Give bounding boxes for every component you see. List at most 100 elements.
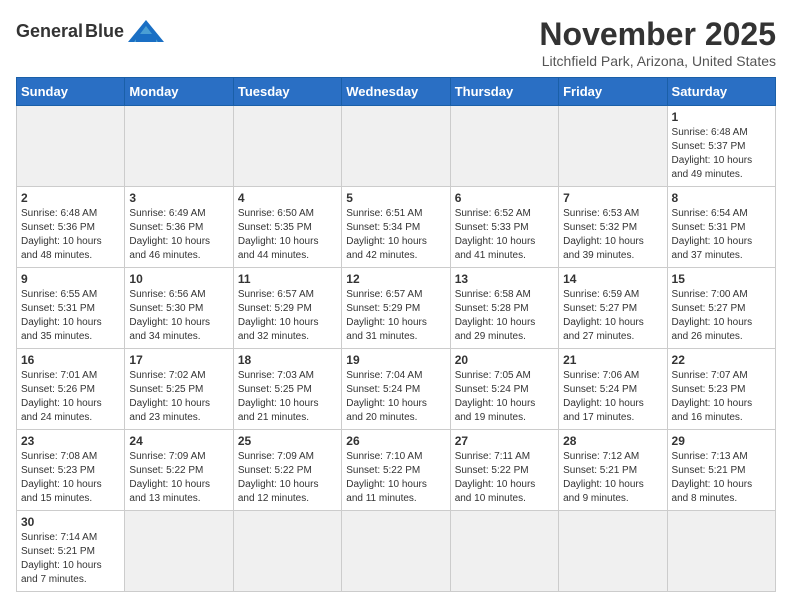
day-number: 20 [455,353,554,367]
day-number: 18 [238,353,337,367]
calendar-cell: 23 Sunrise: 7:08 AMSunset: 5:23 PMDayligh… [17,430,125,511]
day-number: 21 [563,353,662,367]
day-of-week-header: Wednesday [342,78,450,106]
calendar-cell [450,106,558,187]
day-of-week-header: Friday [559,78,667,106]
calendar-cell: 30 Sunrise: 7:14 AMSunset: 5:21 PMDayligh… [17,511,125,592]
day-info: Sunrise: 6:55 AMSunset: 5:31 PMDaylight:… [21,288,120,344]
day-number: 24 [129,434,228,448]
day-number: 4 [238,191,337,205]
day-number: 16 [21,353,120,367]
calendar-cell [233,106,341,187]
day-number: 1 [672,110,771,124]
day-number: 30 [21,515,120,529]
day-info: Sunrise: 6:51 AMSunset: 5:34 PMDaylight:… [346,207,445,263]
day-number: 10 [129,272,228,286]
calendar-cell: 14 Sunrise: 6:59 AMSunset: 5:27 PMDayligh… [559,268,667,349]
calendar-cell [559,106,667,187]
day-info: Sunrise: 6:48 AMSunset: 5:36 PMDaylight:… [21,207,120,263]
day-number: 13 [455,272,554,286]
day-number: 8 [672,191,771,205]
day-number: 27 [455,434,554,448]
day-number: 2 [21,191,120,205]
day-info: Sunrise: 7:00 AMSunset: 5:27 PMDaylight:… [672,288,771,344]
day-info: Sunrise: 6:49 AMSunset: 5:36 PMDaylight:… [129,207,228,263]
calendar-cell: 19Sunrise: 7:04 AMSunset: 5:24 PMDayligh… [342,349,450,430]
day-info: Sunrise: 6:56 AMSunset: 5:30 PMDaylight:… [129,288,228,344]
calendar-week-row: 2 Sunrise: 6:48 AMSunset: 5:36 PMDaylight… [17,187,776,268]
day-of-week-header: Tuesday [233,78,341,106]
calendar-week-row: 30 Sunrise: 7:14 AMSunset: 5:21 PMDayligh… [17,511,776,592]
calendar-cell: 17Sunrise: 7:02 AMSunset: 5:25 PMDayligh… [125,349,233,430]
calendar-cell: 16 Sunrise: 7:01 AMSunset: 5:26 PMDayligh… [17,349,125,430]
calendar-cell [559,511,667,592]
calendar-cell [125,106,233,187]
calendar-cell [667,511,775,592]
day-info: Sunrise: 7:11 AMSunset: 5:22 PMDaylight:… [455,450,554,506]
day-info: Sunrise: 7:13 AMSunset: 5:21 PMDaylight:… [672,450,771,506]
calendar-cell: 15Sunrise: 7:00 AMSunset: 5:27 PMDayligh… [667,268,775,349]
calendar-cell: 10 Sunrise: 6:56 AMSunset: 5:30 PMDayligh… [125,268,233,349]
day-number: 17 [129,353,228,367]
day-info: Sunrise: 6:53 AMSunset: 5:32 PMDaylight:… [563,207,662,263]
day-info: Sunrise: 7:14 AMSunset: 5:21 PMDaylight:… [21,531,120,587]
day-info: Sunrise: 7:01 AMSunset: 5:26 PMDaylight:… [21,369,120,425]
day-info: Sunrise: 7:12 AMSunset: 5:21 PMDaylight:… [563,450,662,506]
header: General Blue November 2025 Litchfield Pa… [16,16,776,69]
day-info: Sunrise: 7:05 AMSunset: 5:24 PMDaylight:… [455,369,554,425]
calendar-header-row: SundayMondayTuesdayWednesdayThursdayFrid… [17,78,776,106]
calendar-cell: 21Sunrise: 7:06 AMSunset: 5:24 PMDayligh… [559,349,667,430]
day-of-week-header: Monday [125,78,233,106]
day-info: Sunrise: 7:07 AMSunset: 5:23 PMDaylight:… [672,369,771,425]
logo-blue-text: Blue [85,22,124,40]
day-number: 25 [238,434,337,448]
day-info: Sunrise: 7:08 AMSunset: 5:23 PMDaylight:… [21,450,120,506]
day-number: 9 [21,272,120,286]
day-number: 28 [563,434,662,448]
calendar-cell: 22Sunrise: 7:07 AMSunset: 5:23 PMDayligh… [667,349,775,430]
calendar-cell: 28 Sunrise: 7:12 AMSunset: 5:21 PMDayligh… [559,430,667,511]
day-info: Sunrise: 6:52 AMSunset: 5:33 PMDaylight:… [455,207,554,263]
calendar-cell: 13 Sunrise: 6:58 AMSunset: 5:28 PMDayligh… [450,268,558,349]
day-number: 6 [455,191,554,205]
calendar-week-row: 16 Sunrise: 7:01 AMSunset: 5:26 PMDayligh… [17,349,776,430]
calendar-week-row: 9 Sunrise: 6:55 AMSunset: 5:31 PMDaylight… [17,268,776,349]
day-number: 14 [563,272,662,286]
calendar-cell: 1 Sunrise: 6:48 AMSunset: 5:37 PMDaylight… [667,106,775,187]
calendar-cell: 2 Sunrise: 6:48 AMSunset: 5:36 PMDaylight… [17,187,125,268]
day-info: Sunrise: 6:57 AMSunset: 5:29 PMDaylight:… [346,288,445,344]
calendar-cell [342,106,450,187]
day-of-week-header: Saturday [667,78,775,106]
calendar-cell: 20 Sunrise: 7:05 AMSunset: 5:24 PMDayligh… [450,349,558,430]
calendar-cell [342,511,450,592]
day-info: Sunrise: 6:57 AMSunset: 5:29 PMDaylight:… [238,288,337,344]
day-info: Sunrise: 6:59 AMSunset: 5:27 PMDaylight:… [563,288,662,344]
calendar-cell: 25Sunrise: 7:09 AMSunset: 5:22 PMDayligh… [233,430,341,511]
day-number: 3 [129,191,228,205]
calendar-week-row: 1 Sunrise: 6:48 AMSunset: 5:37 PMDaylight… [17,106,776,187]
day-number: 23 [21,434,120,448]
calendar-cell: 24Sunrise: 7:09 AMSunset: 5:22 PMDayligh… [125,430,233,511]
day-number: 5 [346,191,445,205]
day-number: 26 [346,434,445,448]
calendar-week-row: 23 Sunrise: 7:08 AMSunset: 5:23 PMDayligh… [17,430,776,511]
day-info: Sunrise: 6:48 AMSunset: 5:37 PMDaylight:… [672,126,771,182]
day-of-week-header: Thursday [450,78,558,106]
calendar-cell: 29Sunrise: 7:13 AMSunset: 5:21 PMDayligh… [667,430,775,511]
month-title: November 2025 [539,16,776,53]
calendar-cell [17,106,125,187]
day-number: 19 [346,353,445,367]
title-area: November 2025 Litchfield Park, Arizona, … [539,16,776,69]
calendar-cell: 11 Sunrise: 6:57 AMSunset: 5:29 PMDayligh… [233,268,341,349]
calendar: SundayMondayTuesdayWednesdayThursdayFrid… [16,77,776,592]
calendar-cell: 3 Sunrise: 6:49 AMSunset: 5:36 PMDaylight… [125,187,233,268]
day-info: Sunrise: 7:10 AMSunset: 5:22 PMDaylight:… [346,450,445,506]
calendar-cell [125,511,233,592]
day-info: Sunrise: 6:58 AMSunset: 5:28 PMDaylight:… [455,288,554,344]
day-number: 11 [238,272,337,286]
calendar-cell: 7Sunrise: 6:53 AMSunset: 5:32 PMDaylight… [559,187,667,268]
calendar-cell [233,511,341,592]
logo-icon [128,20,164,42]
logo-general-text: General [16,22,83,40]
day-info: Sunrise: 6:54 AMSunset: 5:31 PMDaylight:… [672,207,771,263]
